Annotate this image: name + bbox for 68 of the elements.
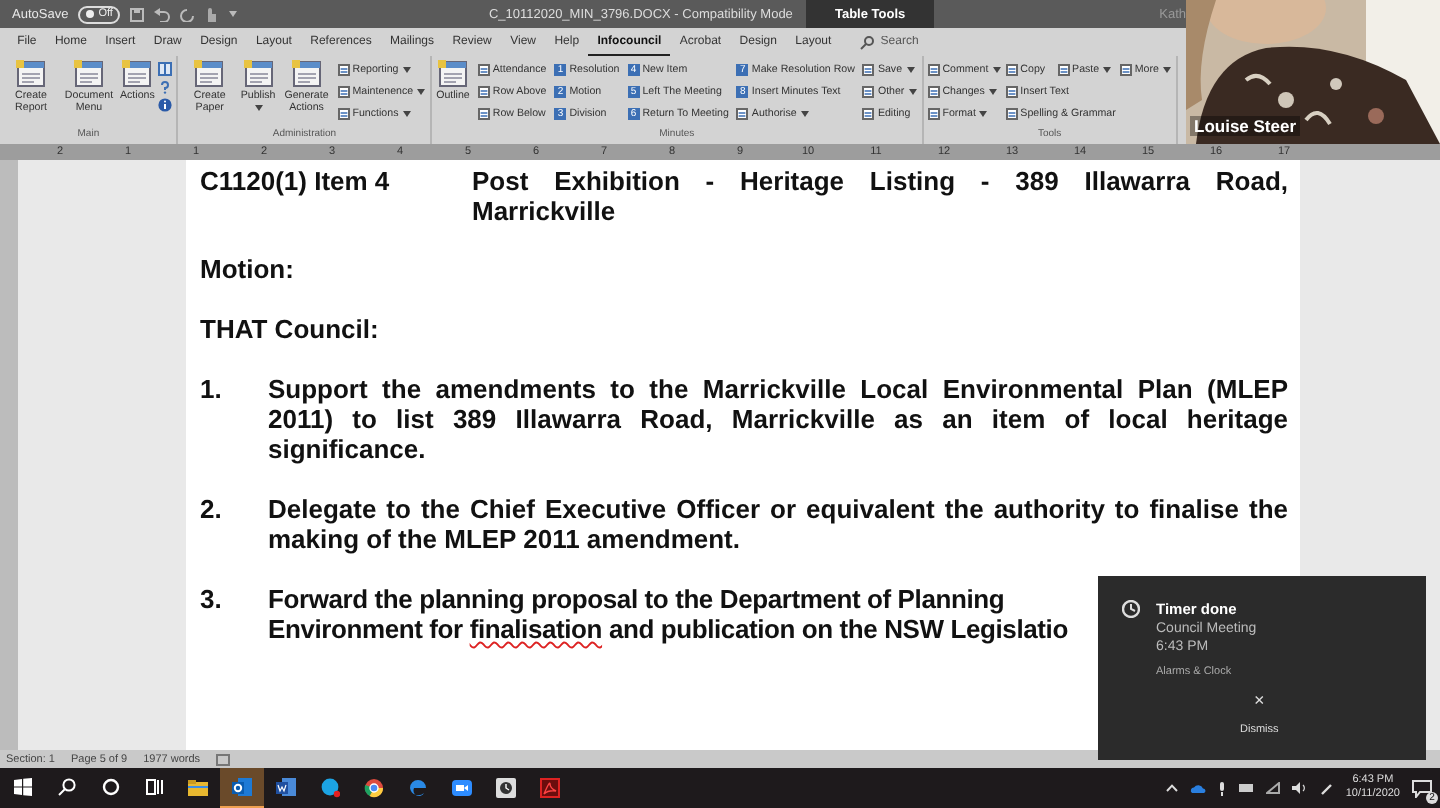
motion-label: Motion: [200,254,296,284]
page-icon [337,63,350,75]
undo-icon[interactable] [154,7,171,21]
page-icon [1005,107,1018,119]
video-camera-icon [452,777,472,797]
document-icon [437,60,468,88]
resolution-text: Support the amendments to the Marrickville Local Environmental Plan (MLEP 2011) to list 389 Illawarra Road, Marrickville as an item of local heritage significance. [268,374,1288,464]
participant-name: Louise Steer [1190,116,1301,136]
document-app-icon [276,777,296,797]
page-icon [477,63,490,75]
network-icon[interactable] [1265,782,1280,794]
document-icon [194,60,225,88]
page-icon [1057,63,1070,75]
chat-app-icon [320,777,340,797]
document-icon [16,60,46,88]
task-view-icon[interactable] [145,778,163,796]
mail-app-icon [232,777,252,797]
microphone-icon[interactable] [1217,781,1226,795]
page-icon [927,85,940,97]
pdf-app-icon [540,777,560,797]
page-icon [862,85,875,97]
proofing-icon[interactable] [216,753,231,765]
resolution-intro: THAT Council: [200,314,381,344]
close-button[interactable]: × [1254,692,1265,710]
page-icon [1005,85,1018,97]
page-icon [862,107,875,119]
page-icon [1119,63,1132,75]
web-browser-icon [408,777,428,797]
save-icon[interactable] [130,7,145,21]
search-icon[interactable] [57,778,75,796]
page-icon [337,85,350,97]
page-icon [862,63,875,75]
redo-icon[interactable] [180,7,195,21]
customize-icon[interactable] [228,10,239,18]
list-number: 2. [200,494,224,528]
page-icon [927,63,940,75]
windows-icon[interactable] [13,778,31,796]
speaker-icon[interactable] [1291,782,1308,794]
clock-icon [496,777,516,797]
page-icon [927,107,940,119]
panel-icon[interactable] [158,62,173,76]
page-icon [337,107,350,119]
chevron-up-icon[interactable] [1165,784,1178,792]
resolution-text: Forward the planning proposal to the Department of Planning Environment for finalisation and publication on the NSW Legislatio [268,584,1068,644]
search-icon [860,35,875,49]
item-title: Post Exhibition - Heritage Listing - 389 Illawarra Road, Marrickville [472,166,1288,226]
page-icon [736,107,749,119]
clock-icon [1122,600,1140,618]
page-icon [1005,63,1018,75]
help-icon[interactable] [158,80,173,94]
device-icon[interactable] [1237,782,1254,794]
document-icon [74,60,104,88]
pen-icon[interactable] [1319,781,1334,795]
list-number: 1. [200,374,224,408]
cloud-icon[interactable] [1189,783,1206,793]
hand-icon[interactable] [204,6,219,22]
resolution-text: Delegate to the Chief Executive Officer or equivalent the authority to finalise the making of the MLEP 2011 amendment. [268,494,1288,554]
document-icon [291,60,322,88]
folder-icon [188,777,208,797]
page-icon [477,107,490,119]
document-icon [122,60,153,88]
page-icon [477,85,490,97]
item-number: C1120(1) Item 4 [200,166,392,200]
list-number: 3. [200,584,224,618]
info-icon[interactable] [158,98,173,112]
circle-icon[interactable] [101,778,119,796]
browser-icon [364,777,384,797]
document-icon [243,60,274,88]
